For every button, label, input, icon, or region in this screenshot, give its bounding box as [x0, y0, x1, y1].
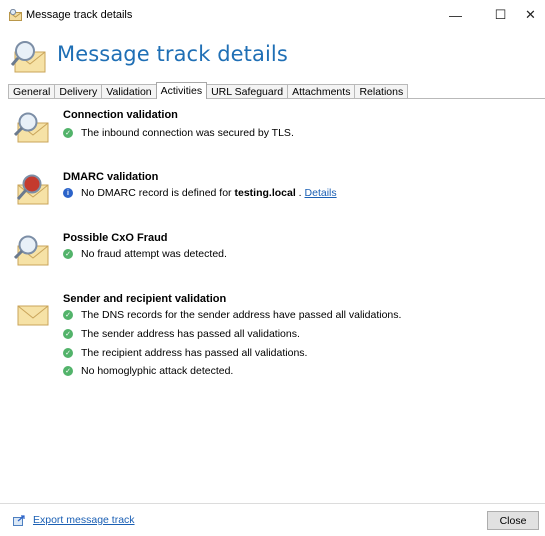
activities-panel: Connection validation ✓ The inbound conn… — [8, 99, 545, 503]
tab-general[interactable]: General — [8, 84, 56, 99]
tab-url-safeguard[interactable]: URL Safeguard — [206, 84, 289, 99]
message-track-icon — [10, 41, 46, 73]
tab-relations[interactable]: Relations — [354, 84, 409, 99]
footer: Export message track Close — [0, 504, 545, 536]
page-title: Message track details — [57, 42, 288, 66]
fraud-check-icon — [14, 235, 49, 266]
header: Message track details — [0, 30, 545, 80]
section-title: Connection validation — [63, 109, 178, 121]
minimize-button[interactable]: — — [433, 0, 478, 30]
list-item: ✓ No homoglyphic attack detected. — [63, 364, 233, 378]
dmarc-magnifier-icon — [16, 174, 49, 205]
envelope-icon — [17, 305, 49, 326]
check-icon: ✓ — [63, 348, 73, 358]
dmarc-details-link[interactable]: Details — [305, 187, 337, 199]
check-icon: ✓ — [63, 329, 73, 339]
tab-attachments[interactable]: Attachments — [287, 84, 356, 99]
list-item: ✓ The inbound connection was secured by … — [63, 126, 294, 140]
tab-activities[interactable]: Activities — [155, 82, 208, 99]
title-bar: Message track details — ☐ ✕ — [0, 0, 545, 30]
list-item: ✓ The sender address has passed all vali… — [63, 327, 300, 341]
app-envelope-icon — [9, 9, 22, 21]
tab-delivery[interactable]: Delivery — [54, 84, 103, 99]
info-icon: i — [63, 188, 73, 198]
check-icon: ✓ — [63, 310, 73, 320]
tab-bar: General Delivery Validation Activities U… — [8, 82, 409, 99]
section-title: Possible CxO Fraud — [63, 232, 168, 244]
list-item: ✓ No fraud attempt was detected. — [63, 247, 227, 261]
export-message-track-link[interactable]: Export message track — [13, 514, 135, 526]
list-item: i No DMARC record is defined for testing… — [63, 186, 337, 200]
check-icon: ✓ — [63, 128, 73, 138]
connection-check-icon — [14, 112, 49, 143]
export-icon — [13, 514, 25, 526]
section-title: DMARC validation — [63, 171, 159, 183]
tab-validation[interactable]: Validation — [101, 84, 157, 99]
check-icon: ✓ — [63, 249, 73, 259]
close-button[interactable]: Close — [487, 511, 539, 530]
close-window-button[interactable]: ✕ — [508, 0, 545, 30]
check-icon: ✓ — [63, 366, 73, 376]
section-title: Sender and recipient validation — [63, 293, 227, 305]
list-item: ✓ The recipient address has passed all v… — [63, 346, 307, 360]
list-item: ✓ The DNS records for the sender address… — [63, 308, 401, 322]
dmarc-domain: testing.local — [234, 187, 296, 199]
window-title: Message track details — [26, 9, 133, 21]
